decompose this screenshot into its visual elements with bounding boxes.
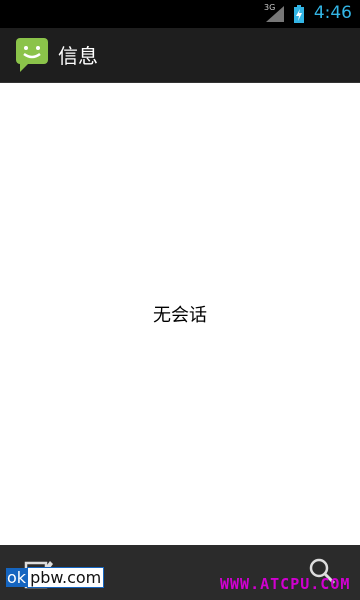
status-time: 4:46 <box>313 3 352 23</box>
action-bar: 信息 <box>0 28 360 83</box>
status-bar: 3G 4:46 <box>0 0 360 28</box>
page-title: 信息 <box>58 44 98 68</box>
conversation-list: 无会话 <box>0 83 360 545</box>
messaging-app-icon[interactable] <box>14 36 50 74</box>
watermark-okpbw-rest: pbw.com <box>27 567 105 588</box>
watermark-atcpu: WWW.ATCPU.COM <box>220 575 351 593</box>
empty-state-label: 无会话 <box>153 305 207 326</box>
watermark-okpbw: ok pbw.com <box>6 567 105 588</box>
watermark-okpbw-prefix: ok <box>6 568 28 587</box>
battery-icon <box>294 5 304 23</box>
signal-icon <box>266 6 284 22</box>
